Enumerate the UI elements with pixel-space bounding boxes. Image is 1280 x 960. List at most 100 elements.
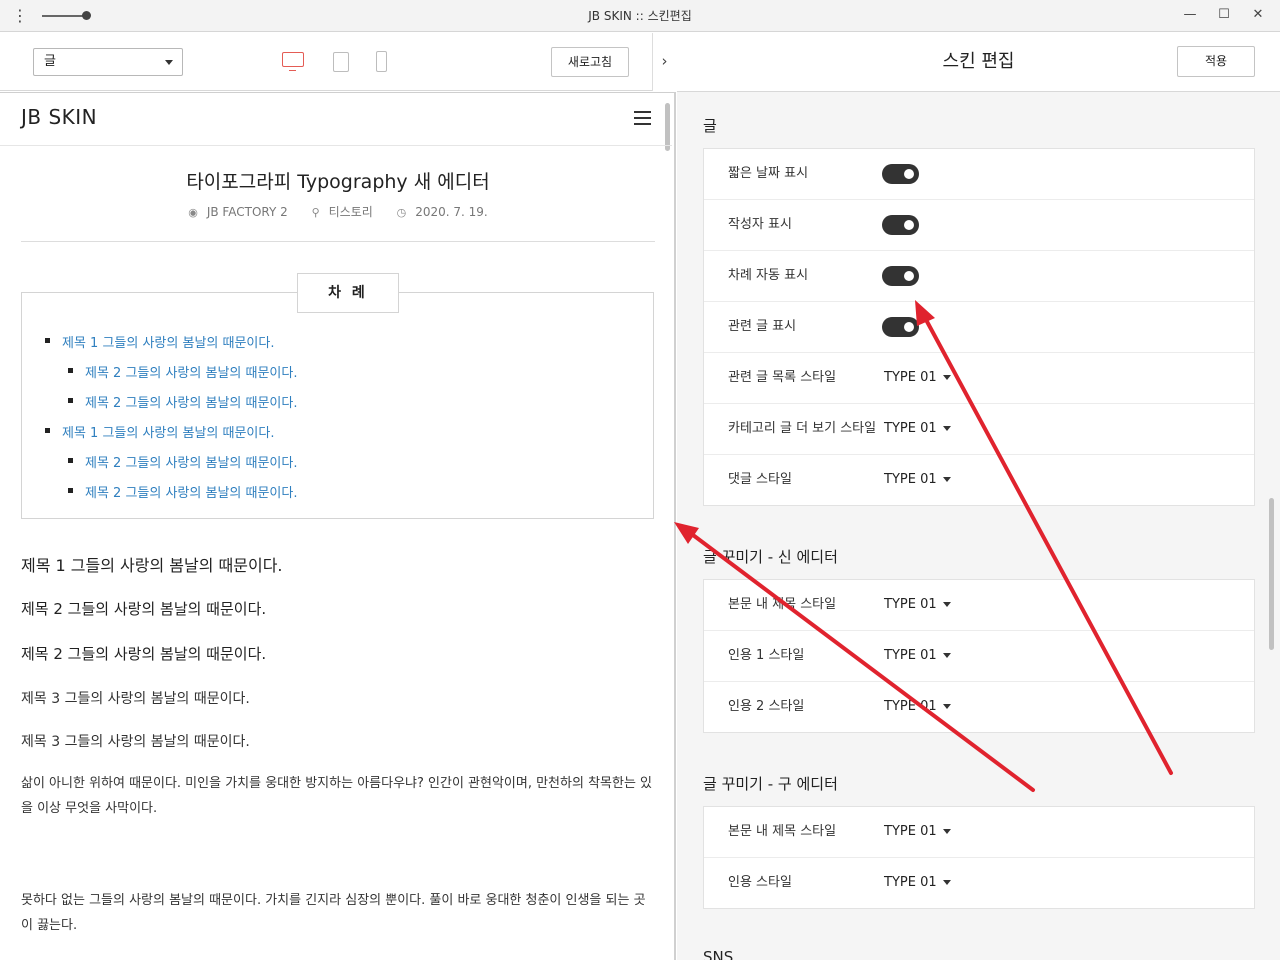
section-title: 글 꾸미기 - 구 에디터 [703, 775, 838, 793]
setting-label: 카테고리 글 더 보기 스타일 [728, 421, 877, 436]
select-value: TYPE 01 [884, 370, 937, 385]
preview-pane: 글 새로고침 › JB SKIN 타이포그라피 Typography 새 에디터… [0, 33, 676, 960]
setting-row: 카테고리 글 더 보기 스타일 TYPE 01 [704, 404, 1254, 455]
toc-item[interactable]: 제목 2 그들의 사랑의 봄날의 때문이다. [67, 362, 297, 381]
setting-row: 관련 글 목록 스타일 TYPE 01 [704, 353, 1254, 404]
related-posts-toggle[interactable] [882, 317, 919, 337]
toc-item[interactable]: 제목 2 그들의 사랑의 봄날의 때문이다. [67, 392, 297, 411]
setting-label: 인용 스타일 [728, 875, 792, 890]
settings-scrollbar[interactable] [1269, 498, 1274, 650]
legacy-quote-style-select[interactable]: TYPE 01 [884, 858, 951, 908]
close-button[interactable]: ✕ [1241, 0, 1275, 32]
hamburger-menu-icon[interactable] [634, 111, 651, 125]
pane-divider[interactable] [674, 93, 676, 960]
preview-toolbar: 글 새로고침 › [0, 33, 676, 91]
setting-row: 댓글 스타일 TYPE 01 [704, 455, 1254, 506]
tablet-view-icon[interactable] [333, 52, 349, 72]
setting-label: 인용 1 스타일 [728, 648, 805, 663]
section-title: SNS [703, 948, 734, 960]
heading-2: 제목 2 그들의 사랑의 봄날의 때문이다. [21, 600, 267, 618]
quote2-style-select[interactable]: TYPE 01 [884, 682, 951, 732]
setting-label: 본문 내 제목 스타일 [728, 597, 837, 612]
paragraph: 삶이 아니한 위하여 때문이다. 미인을 가치를 웅대한 방지하는 아름다우냐?… [21, 776, 653, 816]
skin-editor-header: 스킨 편집 적용 [677, 33, 1280, 92]
toc-item[interactable]: 제목 2 그들의 사랑의 봄날의 때문이다. [67, 482, 297, 501]
setting-row: 짧은 날짜 표시 [704, 149, 1254, 200]
settings-card: 본문 내 제목 스타일 TYPE 01 인용 1 스타일 TYPE 01 인용 … [703, 579, 1255, 733]
section-title: 글 [703, 117, 717, 135]
category-select-value: 글 [44, 54, 56, 69]
post-date: 2020. 7. 19. [415, 205, 488, 219]
setting-row: 본문 내 제목 스타일 TYPE 01 [704, 580, 1254, 631]
user-icon: ◉ [188, 206, 198, 219]
toc-item[interactable]: 제목 2 그들의 사랑의 봄날의 때문이다. [67, 452, 297, 471]
select-value: TYPE 01 [884, 699, 937, 714]
post-author[interactable]: JB FACTORY 2 [207, 205, 288, 219]
post-category[interactable]: 티스토리 [329, 205, 373, 219]
setting-row: 차례 자동 표시 [704, 251, 1254, 302]
toc-title: 차 례 [297, 273, 399, 313]
apply-button[interactable]: 적용 [1177, 46, 1255, 77]
settings-card: 짧은 날짜 표시 작성자 표시 차례 자동 표시 관련 글 표시 관련 글 목록… [703, 148, 1255, 506]
toggle-knob [904, 271, 914, 281]
site-title[interactable]: JB SKIN [21, 105, 97, 129]
caret-down-icon [942, 704, 951, 709]
heading-3: 제목 3 그들의 사랑의 봄날의 때문이다. [21, 734, 250, 750]
heading-1: 제목 1 그들의 사랑의 봄날의 때문이다. [21, 556, 283, 575]
select-value: TYPE 01 [884, 421, 937, 436]
select-value: TYPE 01 [884, 648, 937, 663]
skin-editor-panel: 스킨 편집 적용 글 짧은 날짜 표시 작성자 표시 차례 자동 표시 관련 글… [677, 33, 1280, 960]
chevron-down-icon [165, 60, 173, 65]
heading-3: 제목 3 그들의 사랑의 봄날의 때문이다. [21, 691, 250, 707]
setting-row: 인용 2 스타일 TYPE 01 [704, 682, 1254, 733]
heading-2: 제목 2 그들의 사랑의 봄날의 때문이다. [21, 645, 267, 663]
related-list-style-select[interactable]: TYPE 01 [884, 353, 951, 403]
desktop-view-icon[interactable] [282, 52, 304, 71]
setting-label: 짧은 날짜 표시 [728, 166, 809, 181]
caret-down-icon [942, 375, 951, 380]
maximize-button[interactable]: ☐ [1207, 0, 1241, 32]
setting-row: 인용 1 스타일 TYPE 01 [704, 631, 1254, 682]
post-title: 타이포그라피 Typography 새 에디터 [186, 171, 490, 193]
header-divider [0, 145, 672, 146]
comment-style-select[interactable]: TYPE 01 [884, 455, 951, 505]
caret-down-icon [942, 426, 951, 431]
quote1-style-select[interactable]: TYPE 01 [884, 631, 951, 681]
setting-row: 관련 글 표시 [704, 302, 1254, 353]
heading-style-select[interactable]: TYPE 01 [884, 580, 951, 630]
auto-toc-toggle[interactable] [882, 266, 919, 286]
caret-down-icon [942, 602, 951, 607]
select-value: TYPE 01 [884, 875, 937, 890]
setting-row: 인용 스타일 TYPE 01 [704, 858, 1254, 909]
setting-label: 관련 글 목록 스타일 [728, 370, 837, 385]
setting-label: 관련 글 표시 [728, 319, 797, 334]
toggle-knob [904, 322, 914, 332]
minimize-button[interactable]: — [1173, 0, 1207, 32]
collapse-panel-button[interactable]: › [652, 33, 676, 91]
category-select[interactable]: 글 [33, 48, 183, 76]
select-value: TYPE 01 [884, 824, 937, 839]
setting-label: 댓글 스타일 [728, 472, 792, 487]
legacy-heading-style-select[interactable]: TYPE 01 [884, 807, 951, 857]
select-value: TYPE 01 [884, 597, 937, 612]
clock-icon: ◷ [396, 206, 407, 219]
blog-preview: JB SKIN 타이포그라피 Typography 새 에디터 ◉ JB FACT… [0, 92, 676, 960]
toc-item[interactable]: 제목 1 그들의 사랑의 봄날의 때문이다. [44, 422, 274, 441]
toggle-knob [904, 169, 914, 179]
section-title: 글 꾸미기 - 신 에디터 [703, 548, 838, 566]
toc-item[interactable]: 제목 1 그들의 사랑의 봄날의 때문이다. [44, 332, 274, 351]
show-author-toggle[interactable] [882, 215, 919, 235]
preview-scrollbar[interactable] [665, 103, 670, 151]
refresh-button[interactable]: 새로고침 [551, 47, 629, 77]
short-date-toggle[interactable] [882, 164, 919, 184]
category-more-style-select[interactable]: TYPE 01 [884, 404, 951, 454]
caret-down-icon [942, 477, 951, 482]
title-divider [21, 241, 655, 242]
sitemap-icon: ⚲ [311, 206, 320, 219]
setting-label: 본문 내 제목 스타일 [728, 824, 837, 839]
setting-label: 인용 2 스타일 [728, 699, 805, 714]
setting-label: 작성자 표시 [728, 217, 792, 232]
setting-row: 본문 내 제목 스타일 TYPE 01 [704, 807, 1254, 858]
mobile-view-icon[interactable] [376, 51, 387, 72]
title-bar: ⋮ JB SKIN :: 스킨편집 — ☐ ✕ [0, 0, 1280, 32]
